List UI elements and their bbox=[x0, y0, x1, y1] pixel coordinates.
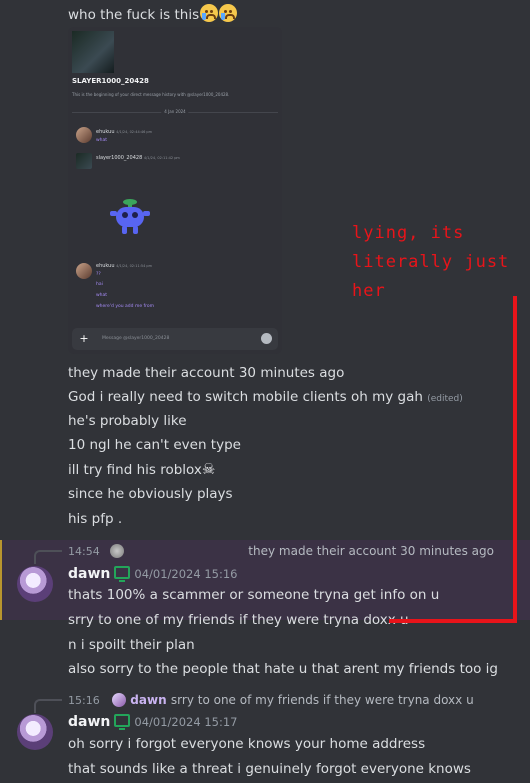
reply-preview[interactable]: 14:54 they made their account 30 minutes… bbox=[68, 543, 494, 559]
loudly-crying-face-icon[interactable] bbox=[200, 4, 219, 22]
annotation-arrow-vertical bbox=[513, 296, 517, 623]
reply-time: 15:16 bbox=[68, 694, 100, 707]
skull-crossbones-icon[interactable]: ☠ bbox=[202, 460, 215, 478]
profile-name: SLAYER1000_20428 bbox=[72, 77, 149, 85]
username: ehukuu 4/1/24, 02:11:54 pm bbox=[96, 263, 153, 269]
message-text: what bbox=[96, 138, 108, 143]
avatar[interactable] bbox=[17, 566, 53, 602]
highlight-bar bbox=[0, 540, 2, 620]
avatar bbox=[76, 153, 92, 169]
message-line: he's probably like bbox=[68, 413, 187, 429]
message-line: they made their account 30 minutes ago bbox=[68, 365, 345, 381]
profile-avatar bbox=[72, 31, 114, 73]
message-timestamp: 04/01/2024 15:17 bbox=[134, 715, 238, 729]
desktop-status-icon bbox=[114, 714, 131, 730]
message-line: ill try find his roblox☠ bbox=[68, 460, 215, 479]
message-input-placeholder: Message @slayer1000_20428 bbox=[102, 336, 170, 341]
message-line: his pfp . bbox=[68, 511, 123, 527]
message-line: oh sorry i forgot everyone knows your ho… bbox=[68, 736, 426, 752]
message-line: that sounds like a threat i genuinely fo… bbox=[68, 761, 471, 777]
annotation-arrow-horizontal bbox=[389, 619, 517, 623]
reply-quoted-text: they made their account 30 minutes ago bbox=[248, 544, 494, 558]
edited-tag: (edited) bbox=[427, 394, 463, 404]
reply-quoted-text: srry to one of my friends if they were t… bbox=[170, 693, 474, 707]
message-line: God i really need to switch mobile clien… bbox=[68, 388, 463, 408]
message-timestamp: 04/01/2024 15:16 bbox=[134, 567, 238, 581]
desktop-status-icon bbox=[114, 566, 131, 582]
message-header: dawn 04/01/2024 15:17 bbox=[68, 714, 237, 730]
loudly-crying-face-icon[interactable] bbox=[219, 4, 238, 22]
annotation-line: lying, its bbox=[352, 223, 465, 243]
message-line: since he obviously plays bbox=[68, 486, 233, 502]
annotation-line: literally just bbox=[352, 252, 510, 272]
add-attachment-button[interactable]: + bbox=[77, 332, 91, 346]
message-line: also sorry to the people that hate u tha… bbox=[68, 661, 499, 677]
reply-connector bbox=[34, 699, 62, 713]
username: ehukuu 4/1/24, 02:44:46 pm bbox=[96, 129, 153, 135]
reply-time: 14:54 bbox=[68, 545, 100, 558]
profile-subtitle: This is the beginning of your direct mes… bbox=[72, 92, 230, 97]
avatar bbox=[76, 263, 92, 279]
clyde-mascot-icon bbox=[110, 199, 150, 234]
message-text: God i really need to switch mobile clien… bbox=[68, 389, 423, 405]
reply-avatar bbox=[110, 544, 124, 558]
username: slayer1000_20428 4/1/24, 02:11:42 pm bbox=[96, 155, 180, 161]
message-line: 10 ngl he can't even type bbox=[68, 437, 241, 453]
reply-connector bbox=[34, 550, 62, 564]
reply-avatar bbox=[112, 693, 126, 707]
message-input[interactable]: + Message @slayer1000_20428 bbox=[72, 328, 278, 350]
reply-preview[interactable]: 15:16 dawn srry to one of my friends if … bbox=[68, 692, 474, 708]
author-name[interactable]: dawn bbox=[68, 566, 110, 582]
message-line: n i spoilt their plan bbox=[68, 637, 195, 653]
message-line: who the fuck is this bbox=[68, 4, 238, 24]
message-text: ?? bbox=[96, 272, 101, 277]
message-line: thats 100% a scammer or someone tryna ge… bbox=[68, 587, 440, 603]
message-text: ill try find his roblox bbox=[68, 462, 202, 478]
reply-author: dawn bbox=[130, 693, 167, 707]
annotation-text: lying, its literally just her bbox=[352, 219, 527, 306]
avatar bbox=[76, 127, 92, 143]
emoji-picker-icon[interactable] bbox=[261, 333, 272, 344]
message-text: what bbox=[96, 293, 108, 298]
message-line: srry to one of my friends if they were t… bbox=[68, 612, 409, 628]
date-separator: 4 Jan 2024 bbox=[72, 109, 278, 114]
date-separator-label: 4 Jan 2024 bbox=[161, 109, 189, 114]
attached-image[interactable]: SLAYER1000_20428 This is the beginning o… bbox=[68, 27, 282, 354]
message-text: where'd you add me from bbox=[96, 304, 154, 309]
message-header: dawn 04/01/2024 15:16 bbox=[68, 566, 237, 582]
author-name[interactable]: dawn bbox=[68, 714, 110, 730]
annotation-line: her bbox=[352, 281, 386, 301]
message-text: hai bbox=[96, 282, 103, 287]
avatar[interactable] bbox=[17, 714, 53, 750]
message-text: who the fuck is this bbox=[68, 7, 200, 23]
